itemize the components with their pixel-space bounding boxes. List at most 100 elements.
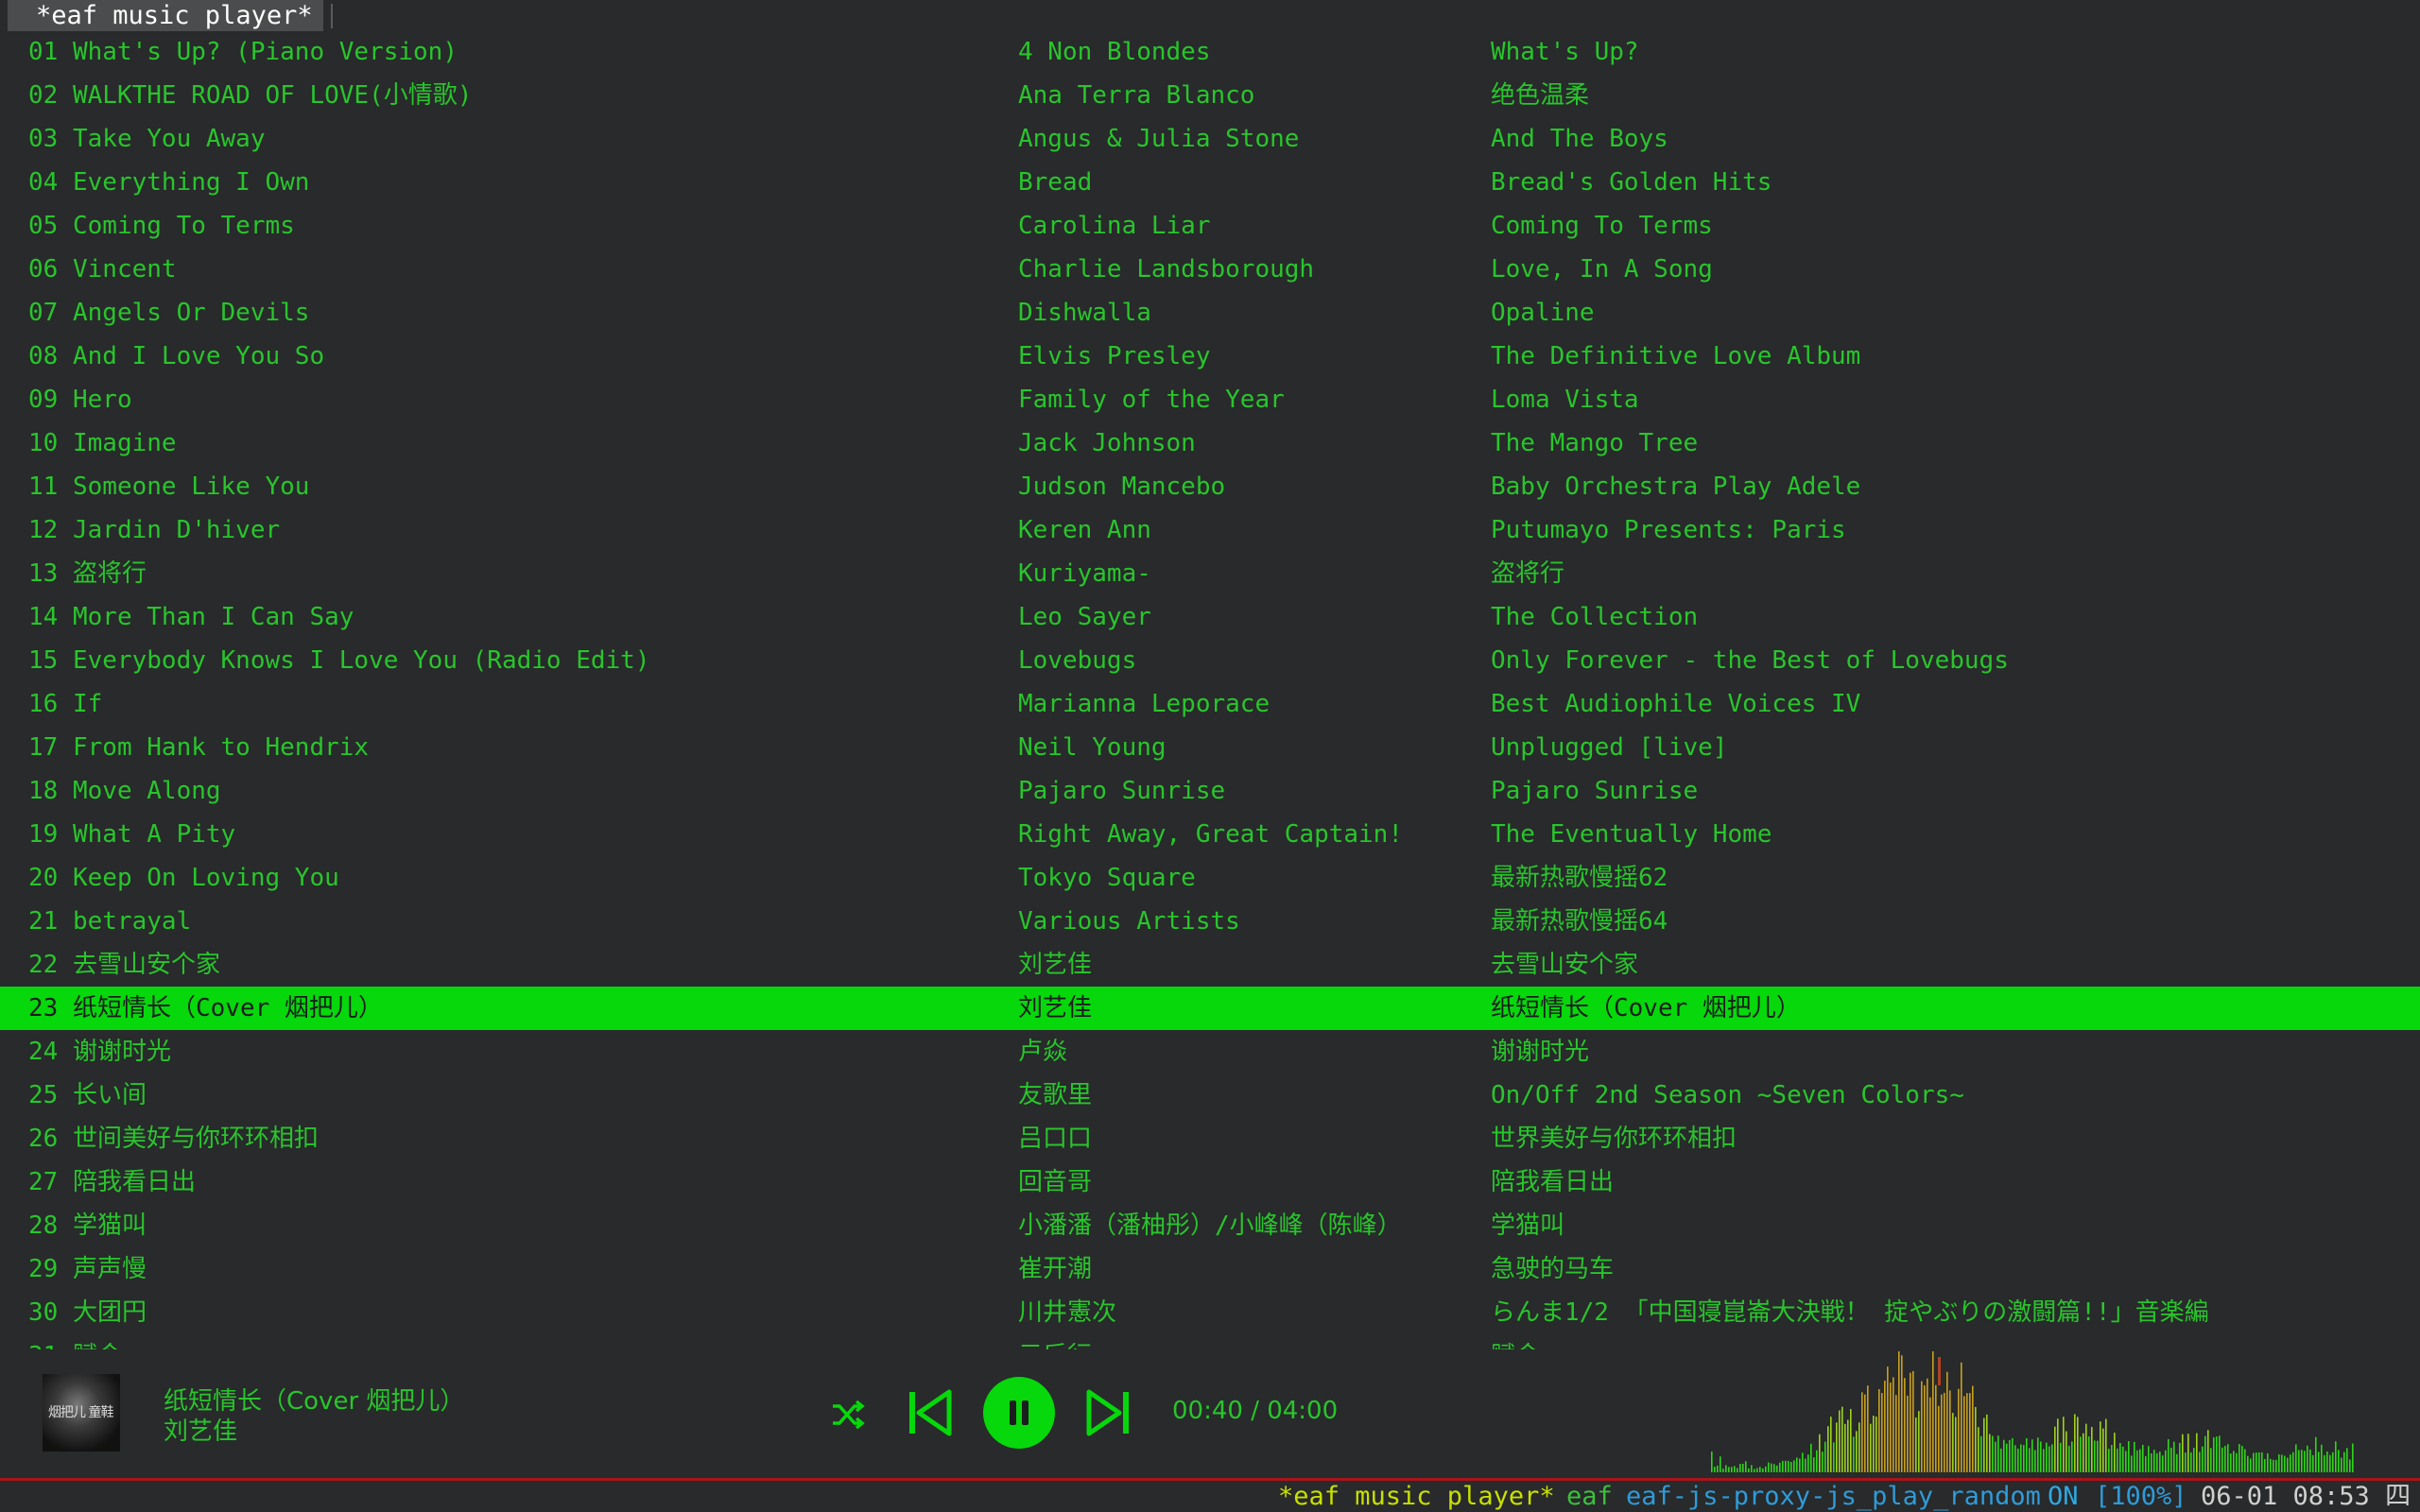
visualizer-bar — [1989, 1434, 1991, 1472]
shuffle-button[interactable] — [830, 1397, 866, 1433]
visualizer-bar — [1836, 1422, 1838, 1472]
visualizer-bar — [2278, 1454, 2280, 1472]
track-row[interactable]: 04 Everything I Own Bread Bread's Golden Hi… — [0, 161, 2420, 204]
track-album: And The Boys — [1491, 125, 1668, 153]
visualizer-bar — [1751, 1465, 1753, 1472]
track-title: Coming To Terms — [73, 212, 295, 240]
visualizer-bar — [1927, 1378, 1928, 1472]
visualizer-bar — [2037, 1437, 2039, 1472]
track-row-active[interactable]: 23 纸短情长（Cover 烟把儿） 刘艺佳 纸短情长（Cover 烟把儿） — [0, 987, 2420, 1030]
track-row[interactable]: 30 大团円 川井憲次 らんま1/2 「中国寝崑崙大決戦！ 掟やぶりの激闘篇!!」音楽… — [0, 1291, 2420, 1334]
track-artist: 川井憲次 — [1018, 1298, 1117, 1327]
visualizer-bar — [2077, 1417, 2079, 1472]
track-artist: Kuriyama- — [1018, 559, 1151, 588]
track-row[interactable]: 11 Someone Like You Judson Mancebo Baby Orc… — [0, 465, 2420, 508]
visualizer-bar — [2179, 1442, 2181, 1472]
visualizer-bar — [2173, 1441, 2175, 1472]
tab-eaf-music-player[interactable]: *eaf music player* — [8, 0, 323, 31]
track-row[interactable]: 24 谢谢时光 卢焱 谢谢时光 — [0, 1030, 2420, 1074]
track-row[interactable]: 13 盗将行 Kuriyama- 盗将行 — [0, 552, 2420, 595]
track-row[interactable]: 12 Jardin D'hiver Keren Ann Putumayo Presen… — [0, 508, 2420, 552]
visualizer-bar — [2009, 1439, 2011, 1472]
visualizer-bar — [1944, 1392, 1945, 1472]
track-row[interactable]: 20 Keep On Loving You Tokyo Square 最新热歌慢摇62 — [0, 856, 2420, 900]
track-row[interactable]: 06 Vincent Charlie Landsborough Love, In A … — [0, 248, 2420, 291]
track-number: 25 — [28, 1081, 59, 1109]
track-artist: 友歌里 — [1018, 1081, 1093, 1109]
visualizer-bar — [2290, 1454, 2291, 1472]
track-title: 大团円 — [73, 1298, 147, 1327]
track-row[interactable]: 08 And I Love You So Elvis Presley The Defi… — [0, 335, 2420, 378]
visualizer-bar — [1915, 1417, 1917, 1472]
track-row[interactable]: 17 From Hank to Hendrix Neil Young Unplugge… — [0, 726, 2420, 769]
track-title: 学猫叫 — [73, 1211, 147, 1240]
track-row[interactable]: 25 长い间 友歌里 On/Off 2nd Season ~Seven Colors~ — [0, 1074, 2420, 1117]
visualizer-bar — [2170, 1447, 2172, 1472]
track-row[interactable]: 19 What A Pity Right Away, Great Captain! T… — [0, 813, 2420, 856]
now-playing-artist: 刘艺佳 — [164, 1418, 238, 1446]
track-row[interactable]: 16 If Marianna Leporace Best Audiophile Voi… — [0, 682, 2420, 726]
visualizer-bar — [2094, 1440, 2096, 1472]
visualizer-bar — [1978, 1427, 1979, 1472]
track-artist: Tokyo Square — [1018, 864, 1196, 892]
visualizer-bar — [2230, 1453, 2232, 1472]
visualizer-bar — [2202, 1446, 2204, 1472]
track-album: 最新热歌慢摇64 — [1491, 907, 1668, 936]
track-row[interactable]: 07 Angels Or Devils Dishwalla Opaline — [0, 291, 2420, 335]
track-row[interactable]: 31 赋令 元后行 赋令 — [0, 1334, 2420, 1349]
track-number: 01 — [28, 38, 59, 66]
track-title: From Hank to Hendrix — [73, 733, 370, 762]
visualizer-bar — [2091, 1427, 2093, 1472]
track-row[interactable]: 14 More Than I Can Say Leo Sayer The Collec… — [0, 595, 2420, 639]
track-row[interactable]: 26 世间美好与你环环相扣 吕口口 世界美好与你环环相扣 — [0, 1117, 2420, 1160]
track-artist: 刘艺佳 — [1018, 951, 1093, 979]
previous-track-button[interactable] — [908, 1389, 953, 1436]
track-row[interactable]: 01 What's Up? (Piano Version) 4 Non Blonde… — [0, 30, 2420, 74]
track-artist: Judson Mancebo — [1018, 472, 1226, 501]
visualizer-bar — [2014, 1445, 2016, 1472]
visualizer-bar — [2281, 1454, 2283, 1472]
visualizer-bar — [1853, 1436, 1855, 1472]
track-title: Everything I Own — [73, 168, 310, 197]
track-list[interactable]: 01 What's Up? (Piano Version) 4 Non Blonde… — [0, 30, 2420, 1349]
visualizer-bar — [1884, 1380, 1886, 1472]
track-row[interactable]: 03 Take You Away Angus & Julia Stone And Th… — [0, 117, 2420, 161]
visualizer-bar — [2187, 1434, 2189, 1472]
track-row[interactable]: 22 去雪山安个家 刘艺佳 去雪山安个家 — [0, 943, 2420, 987]
visualizer-bar — [2012, 1437, 2014, 1472]
visualizer-bar — [1966, 1393, 1968, 1472]
track-row[interactable]: 21 betrayal Various Artists 最新热歌慢摇64 — [0, 900, 2420, 943]
visualizer-bar — [1861, 1392, 1863, 1472]
track-album: 赋令 — [1491, 1334, 1540, 1349]
next-track-button[interactable] — [1085, 1389, 1131, 1436]
modeline-buffer-name: *eaf music player* — [1278, 1482, 1555, 1511]
playback-time: 00:40 / 04:00 — [1172, 1397, 1339, 1425]
visualizer-bar — [2145, 1455, 2147, 1472]
visualizer-bar — [1790, 1462, 1792, 1472]
visualizer-bar — [2083, 1433, 2084, 1472]
visualizer-bar — [1850, 1408, 1852, 1472]
track-row[interactable]: 09 Hero Family of the Year Loma Vista — [0, 378, 2420, 421]
track-artist: Angus & Julia Stone — [1018, 125, 1300, 153]
play-pause-button[interactable] — [983, 1377, 1055, 1449]
track-album: らんま1/2 「中国寝崑崙大決戦！ 掟やぶりの激闘篇!!」音楽編 — [1491, 1298, 2209, 1327]
visualizer-bar — [2114, 1433, 2116, 1472]
track-row[interactable]: 29 声声慢 崔开潮 急驶的马车 — [0, 1247, 2420, 1291]
visualizer-bar — [2298, 1450, 2300, 1472]
visualizer-bar — [2029, 1448, 2031, 1472]
track-row[interactable]: 10 Imagine Jack Johnson The Mango Tree — [0, 421, 2420, 465]
track-row[interactable]: 05 Coming To Terms Carolina Liar Coming To … — [0, 204, 2420, 248]
track-row[interactable]: 15 Everybody Knows I Love You (Radio Edit… — [0, 639, 2420, 682]
track-album: Only Forever - the Best of Lovebugs — [1491, 646, 2009, 675]
track-row[interactable]: 27 陪我看日出 回音哥 陪我看日出 — [0, 1160, 2420, 1204]
track-row[interactable]: 18 Move Along Pajaro Sunrise Pajaro Sunrise — [0, 769, 2420, 813]
track-title: WALKTHE ROAD OF LOVE(小情歌) — [73, 81, 473, 110]
visualizer-bar — [1756, 1468, 1758, 1472]
track-row[interactable]: 28 学猫叫 小潘潘（潘柚彤）/小峰峰（陈峰） 学猫叫 — [0, 1204, 2420, 1247]
visualizer-bar — [1765, 1466, 1767, 1472]
visualizer-bar — [1904, 1378, 1906, 1472]
track-artist: 卢焱 — [1018, 1038, 1068, 1066]
track-row[interactable]: 02 WALKTHE ROAD OF LOVE(小情歌) Ana Terra Bla… — [0, 74, 2420, 117]
track-album: 学猫叫 — [1491, 1211, 1565, 1240]
track-artist: Pajaro Sunrise — [1018, 777, 1226, 805]
